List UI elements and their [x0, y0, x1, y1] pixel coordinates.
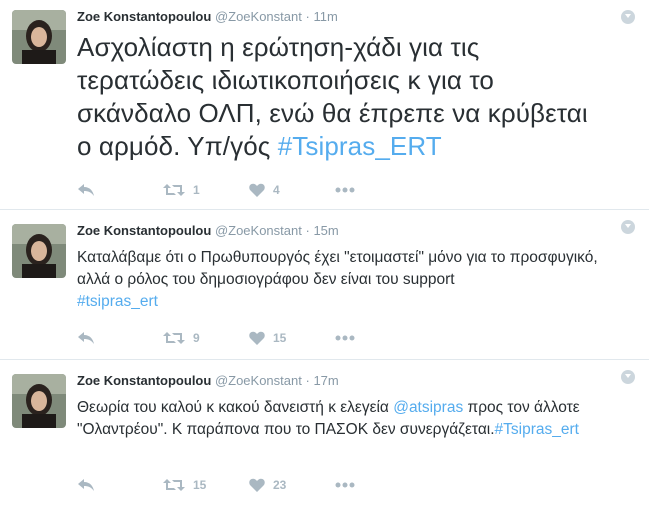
timestamp[interactable]: 15m	[313, 223, 338, 238]
heart-icon	[249, 478, 265, 492]
tweet-actions: 1 4	[77, 180, 355, 200]
retweet-button[interactable]: 9	[163, 331, 249, 345]
separator: ·	[305, 373, 310, 388]
retweet-count: 9	[193, 331, 200, 345]
author-name[interactable]: Zoe Konstantopoulou	[77, 223, 211, 238]
retweet-icon	[163, 332, 185, 344]
hashtag-link[interactable]: #Tsipras_ERT	[278, 131, 442, 161]
reply-button[interactable]	[77, 183, 163, 197]
mention-link[interactable]: @atsipras	[393, 399, 463, 416]
tweet-actions: 15 23	[77, 475, 355, 495]
avatar[interactable]	[12, 374, 66, 428]
author-name[interactable]: Zoe Konstantopoulou	[77, 9, 211, 24]
caret-icon[interactable]	[621, 10, 635, 24]
tweet[interactable]: Zoe Konstantopoulou @ZoeKonstant · 11m Α…	[0, 0, 649, 210]
retweet-count: 1	[193, 183, 200, 197]
hashtag-link[interactable]: #tsipras_ert	[77, 293, 158, 310]
hashtag-link[interactable]: #Tsipras_ert	[495, 421, 579, 438]
reply-icon	[78, 332, 94, 344]
tweet-header: Zoe Konstantopoulou @ZoeKonstant · 11m	[77, 8, 609, 26]
reply-button[interactable]	[77, 478, 163, 492]
heart-icon	[249, 183, 265, 197]
separator: ·	[305, 223, 310, 238]
avatar[interactable]	[12, 10, 66, 64]
like-count: 15	[273, 331, 287, 345]
like-button[interactable]: 4	[249, 183, 335, 197]
retweet-button[interactable]: 15	[163, 478, 249, 492]
avatar[interactable]	[12, 224, 66, 278]
separator: ·	[305, 9, 310, 24]
author-name[interactable]: Zoe Konstantopoulou	[77, 373, 211, 388]
heart-icon	[249, 331, 265, 345]
like-button[interactable]: 23	[249, 478, 335, 492]
more-icon	[335, 335, 355, 341]
timestamp[interactable]: 17m	[313, 373, 338, 388]
caret-icon[interactable]	[621, 370, 635, 384]
tweet-header: Zoe Konstantopoulou @ZoeKonstant · 17m	[77, 372, 609, 390]
timestamp[interactable]: 11m	[313, 9, 337, 24]
author-handle[interactable]: @ZoeKonstant	[215, 223, 302, 238]
more-icon	[335, 187, 355, 193]
like-count: 4	[273, 183, 280, 197]
tweet-text: Καταλάβαμε ότι ο Πρωθυπουργός έχει "ετοι…	[77, 249, 598, 310]
retweet-icon	[163, 184, 185, 196]
author-handle[interactable]: @ZoeKonstant	[215, 9, 302, 24]
retweet-count: 15	[193, 478, 207, 492]
tweet-text: Ασχολίαστη η ερώτηση-χάδι για τις τερατώ…	[77, 32, 588, 161]
reply-button[interactable]	[77, 331, 163, 345]
reply-icon	[78, 184, 94, 196]
retweet-icon	[163, 479, 185, 491]
more-button[interactable]	[335, 335, 355, 341]
tweet-header: Zoe Konstantopoulou @ZoeKonstant · 15m	[77, 222, 609, 240]
like-count: 23	[273, 478, 287, 492]
more-icon	[335, 482, 355, 488]
more-button[interactable]	[335, 187, 355, 193]
tweet-actions: 9 15	[77, 328, 355, 348]
author-handle[interactable]: @ZoeKonstant	[215, 373, 302, 388]
retweet-button[interactable]: 1	[163, 183, 249, 197]
reply-icon	[78, 479, 94, 491]
tweet-text: Θεωρία του καλού κ κακού δανειστή κ ελεγ…	[77, 399, 580, 438]
caret-icon[interactable]	[621, 220, 635, 234]
more-button[interactable]	[335, 482, 355, 488]
like-button[interactable]: 15	[249, 331, 335, 345]
